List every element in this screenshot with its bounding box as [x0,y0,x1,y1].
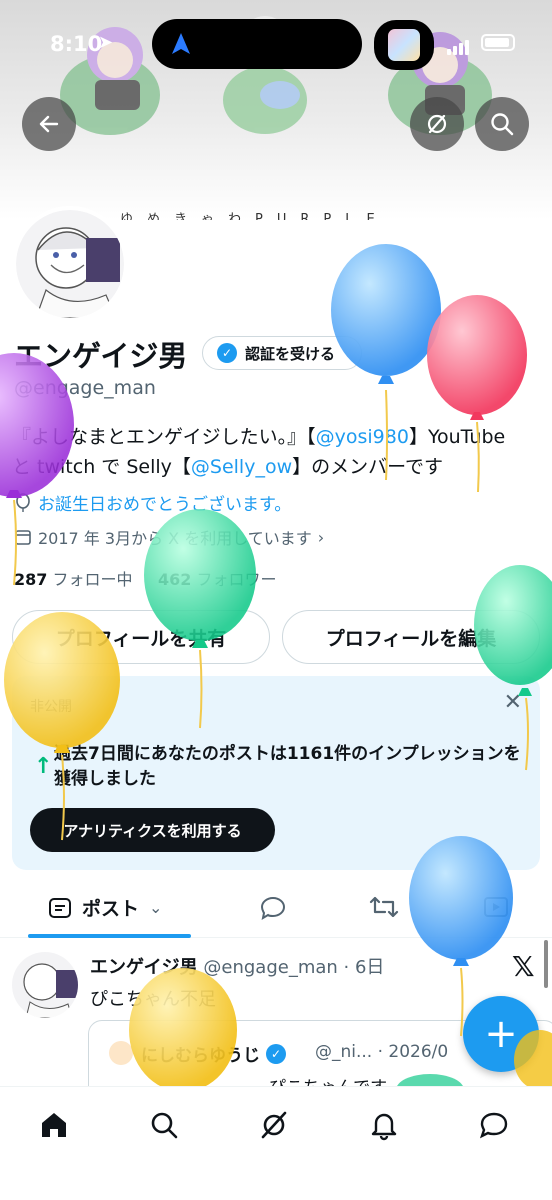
get-verified-label: 認証を受ける [245,344,336,363]
followers-count: 462 [157,570,192,589]
navigation-arrow-icon [172,33,190,54]
quote-author: にしむらゆうじ ✓ [141,1041,286,1066]
analytics-button[interactable]: アナリティクスを利用する [30,808,275,852]
status-time: 8:10 [50,32,103,56]
joined-date[interactable]: 2017 年 3月から X を利用しています › [14,525,324,549]
hide-icon [427,114,447,134]
following-link[interactable]: 287 フォロー中 [14,570,133,589]
repost-icon [369,896,399,918]
tab-reposts[interactable] [368,894,400,920]
home-icon [42,1113,66,1137]
search-icon [151,1112,178,1139]
follow-stats: 287 フォロー中 462 フォロワー [14,566,276,590]
tab-posts[interactable]: ポスト ⌄ [48,894,162,921]
close-icon[interactable]: ✕ [504,690,522,715]
profile-bio: 『よしなまとエンゲイジしたい。』【@yosi980】YouTube と twit… [12,422,542,482]
nav-grok[interactable] [254,1105,294,1145]
reply-icon [260,896,286,921]
bell-icon [371,1113,397,1141]
followers-label: フォロワー [196,570,277,589]
profile-avatar[interactable] [12,206,128,322]
back-arrow-icon [39,115,59,133]
private-label: 非公開 [30,699,72,715]
calendar-icon [15,530,31,545]
posts-icon [49,897,71,918]
post-header: エンゲイジ男 @engage_man · 6日 [90,953,384,979]
location-arrow-icon: ➤ [98,32,114,53]
bio-mention-link[interactable]: @yosi980 [316,426,409,448]
scrollbar[interactable] [544,940,548,988]
verified-icon: ✓ [217,343,237,363]
nav-search[interactable] [144,1105,184,1145]
hide-button[interactable] [410,97,464,151]
bio-text: と twitch で Selly【 [12,456,191,478]
media-icon [484,897,508,917]
bottom-navigation [0,1086,552,1200]
back-button[interactable] [22,97,76,151]
profile-handle: @engage_man [14,377,156,399]
birthday-text: お誕生日おめでとうございます。 [38,495,292,515]
chevron-right-icon: › [317,527,325,547]
quote-meta: @_ni... · 2026/0 [315,1042,449,1062]
profile-tabs: ポスト ⌄ [0,880,552,938]
dynamic-island [152,19,362,69]
post-text: ぴこちゃん不足 [90,989,216,1010]
active-tab-indicator [28,934,191,938]
nav-messages[interactable] [474,1105,514,1145]
analytics-card: 非公開 ✕ ↑ 過去7日間にあなたのポストは1161件のインプレッションを獲得し… [12,676,540,870]
grok-icon [261,1111,287,1139]
bio-text: 『よしなまとエンゲイジしたい。』【 [12,426,316,448]
verified-icon: ✓ [266,1043,286,1064]
post-author-name[interactable]: エンゲイジ男 [90,957,198,978]
avatar-illustration [35,227,120,318]
analytics-text: 過去7日間にあなたのポストは1161件のインプレッションを獲得しました [54,744,521,789]
edit-profile-button[interactable]: プロフィールを編集 [282,610,540,664]
profile-name: エンゲイジ男 [14,339,188,373]
balloon-icon [16,492,30,512]
following-label: フォロー中 [52,570,133,589]
tab-replies[interactable] [258,894,288,922]
nav-home[interactable] [34,1105,74,1145]
get-verified-button[interactable]: ✓ 認証を受ける [202,336,362,370]
search-icon [491,113,514,136]
bio-mention-link[interactable]: @Selly_ow [191,456,292,478]
quote-author-name: にしむらゆうじ [141,1046,260,1066]
following-count: 287 [14,570,48,589]
followers-link[interactable]: 462 フォロワー [158,570,277,589]
live-activity-thumbnail [374,20,434,70]
search-button[interactable] [475,97,529,151]
messages-icon [479,1112,508,1139]
share-profile-button[interactable]: プロフィールを共有 [12,610,270,664]
trending-up-icon: ↑ [34,754,53,779]
cellular-signal-icon [447,36,471,55]
quote-author-avatar [109,1041,133,1065]
post-meta: @engage_man · 6日 [203,957,385,978]
nav-notifications[interactable] [364,1105,404,1145]
bio-text: 】のメンバーです [292,456,443,478]
avatar-illustration [23,963,78,1018]
banner-caption: ゆめきゃわPURPLE [120,212,389,220]
battery-icon [481,34,515,51]
bio-text: 】YouTube [408,426,506,448]
birthday-message: お誕生日おめでとうございます。 [14,490,291,515]
x-logo-icon: 𝕏 [512,950,535,983]
chevron-down-icon: ⌄ [149,898,163,917]
status-bar: 8:10 ➤ [0,0,552,90]
joined-text: 2017 年 3月から X を利用しています [38,529,312,548]
tab-media[interactable] [482,894,510,920]
post-author-avatar[interactable] [12,952,78,1018]
tab-posts-label: ポスト [82,898,140,920]
compose-post-button[interactable]: + [463,996,539,1072]
